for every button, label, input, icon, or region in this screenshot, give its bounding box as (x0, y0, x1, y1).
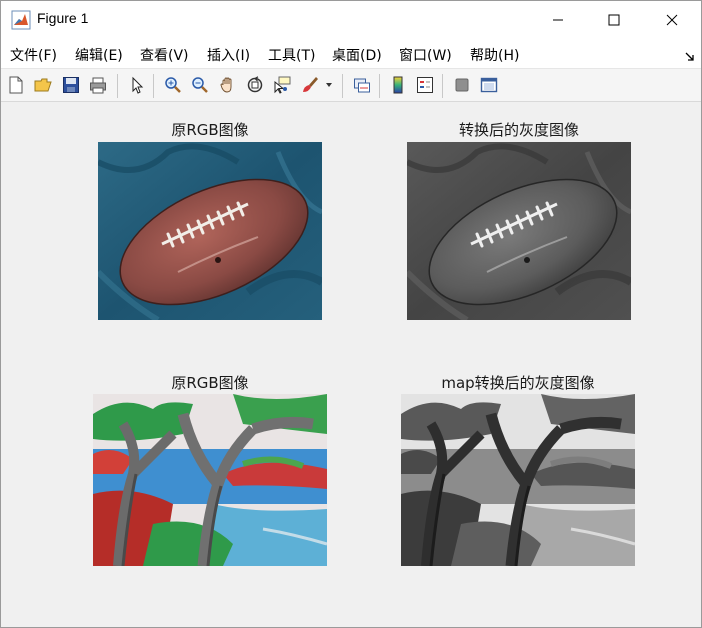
title-bar[interactable]: Figure 1 (1, 1, 701, 38)
zoom-in-icon[interactable] (162, 74, 184, 96)
save-icon[interactable] (60, 74, 82, 96)
brush-icon[interactable] (299, 74, 321, 96)
window-title: Figure 1 (37, 10, 89, 26)
toolbar (1, 68, 701, 102)
hide-plot-tools-icon[interactable] (451, 74, 473, 96)
menu-help[interactable]: 帮助(H) (470, 45, 519, 65)
edit-plot-icon[interactable] (126, 74, 148, 96)
menu-window[interactable]: 窗口(W) (399, 45, 452, 65)
subplot-3-image (93, 394, 327, 566)
pan-icon[interactable] (217, 74, 239, 96)
brush-dropdown-icon[interactable] (323, 74, 335, 96)
subplot-4-image (401, 394, 635, 566)
link-plot-icon[interactable] (351, 74, 373, 96)
menu-file[interactable]: 文件(F) (10, 45, 57, 65)
toolbar-separator (379, 74, 380, 98)
show-plot-tools-icon[interactable] (478, 74, 500, 96)
toolbar-separator (117, 74, 118, 98)
toolbar-separator (442, 74, 443, 98)
subplot-1-image (98, 142, 322, 320)
menu-view[interactable]: 查看(V) (140, 45, 189, 65)
menu-edit[interactable]: 编辑(E) (75, 45, 123, 65)
subplot-2-title: 转换后的灰度图像 (458, 121, 579, 139)
figure-window: Figure 1 文件(F) 编辑(E) 查看(V) 插入(I) 工具(T) 桌… (0, 0, 702, 628)
subplot-3-title: 原RGB图像 (171, 374, 249, 392)
close-button[interactable] (649, 1, 695, 38)
print-icon[interactable] (87, 74, 109, 96)
colorbar-icon[interactable] (387, 74, 409, 96)
figure-canvas: 原RGB图像 转换后的灰度图像 原RGB图像 map转换后的灰度图像 (1, 102, 701, 627)
subplot-4-title: map转换后的灰度图像 (441, 374, 595, 392)
menu-bar: 文件(F) 编辑(E) 查看(V) 插入(I) 工具(T) 桌面(D) 窗口(W… (1, 38, 701, 68)
maximize-button[interactable] (591, 1, 637, 38)
legend-icon[interactable] (414, 74, 436, 96)
open-icon[interactable] (32, 74, 54, 96)
menu-insert[interactable]: 插入(I) (207, 45, 250, 65)
menu-desktop[interactable]: 桌面(D) (332, 45, 382, 65)
minimize-button[interactable] (535, 1, 581, 38)
new-figure-icon[interactable] (5, 74, 27, 96)
toolbar-separator (153, 74, 154, 98)
rotate-3d-icon[interactable] (244, 74, 266, 96)
dock-arrow-icon[interactable] (685, 47, 695, 66)
data-cursor-icon[interactable] (271, 74, 293, 96)
subplot-2-image (407, 142, 631, 320)
matlab-logo-icon (11, 10, 31, 30)
menu-tools[interactable]: 工具(T) (268, 45, 315, 65)
zoom-out-icon[interactable] (189, 74, 211, 96)
subplot-1-title: 原RGB图像 (171, 121, 249, 139)
toolbar-separator (342, 74, 343, 98)
